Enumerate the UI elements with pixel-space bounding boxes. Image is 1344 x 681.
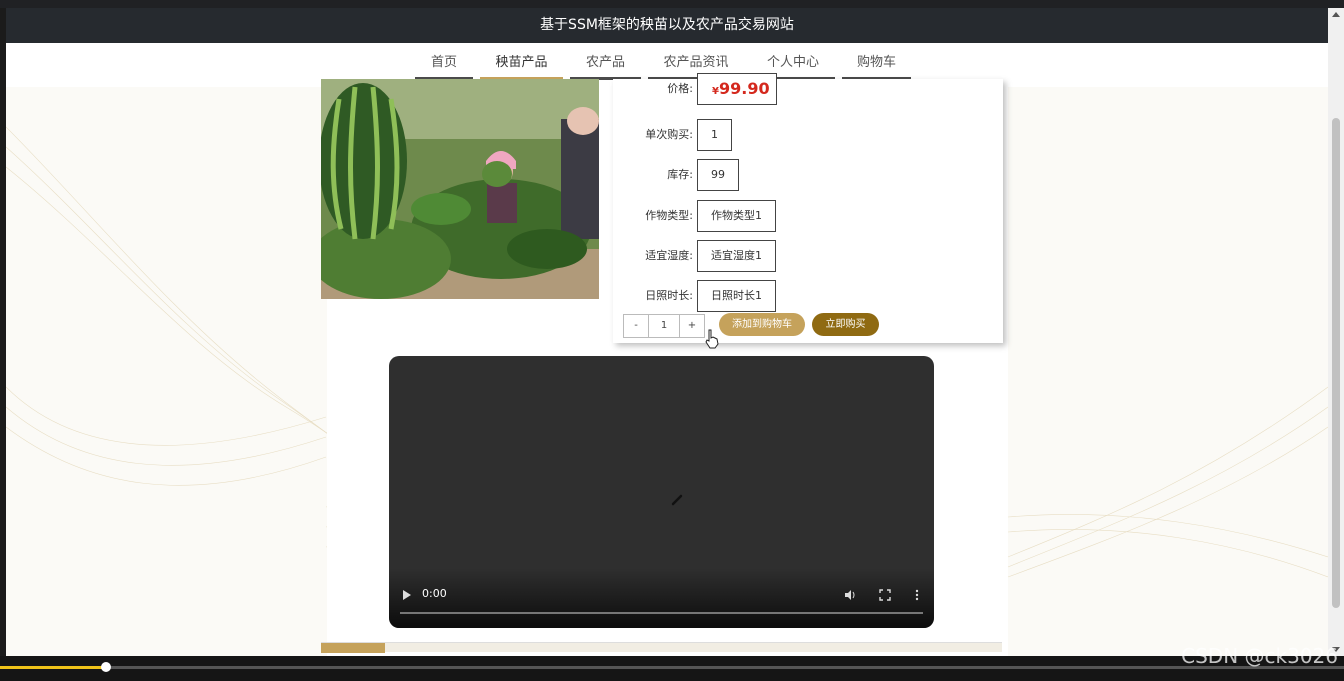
product-detail-panel: 价格: ¥99.90 单次购买: 1 库存: 99 作物类型: 作物类型1 适宜… [613,73,1003,343]
per-buy-value: 1 [697,119,732,151]
currency-symbol: ¥ [712,86,719,97]
per-buy-row: 单次购买: 1 [613,119,1003,151]
video-time: 0:00 [422,587,447,600]
hand-cursor-icon [705,329,719,349]
quantity-plus-button[interactable]: + [679,314,705,338]
stock-label: 库存: [667,168,693,181]
nav-item-home[interactable]: 首页 [415,43,473,80]
price-number: 99.90 [718,79,770,98]
sunlight-label: 日照时长: [645,289,693,302]
recording-progress-played [0,666,106,669]
stock-row: 库存: 99 [613,159,1003,191]
scrollbar-thumb[interactable] [1332,118,1340,608]
humidity-value: 适宜湿度1 [697,240,776,272]
add-to-cart-button[interactable]: 添加到购物车 [719,313,805,336]
crop-type-value: 作物类型1 [697,200,776,232]
watermark: CSDN @ck3026 [1181,644,1338,668]
quantity-minus-button[interactable]: - [623,314,649,338]
stock-value: 99 [697,159,739,191]
quantity-stepper: - 1 + [623,314,705,338]
site-header: 基于SSM框架的秧苗以及农产品交易网站 [6,8,1328,43]
top-strip [0,0,1344,8]
nav-item-seedlings[interactable]: 秧苗产品 [480,43,563,80]
recording-player-bar [0,656,1344,681]
volume-icon[interactable] [844,589,856,601]
video-progress-bar[interactable] [400,612,923,614]
fullscreen-icon[interactable] [879,589,891,601]
video-player[interactable]: 0:00 [389,356,934,628]
price-label: 价格: [667,82,693,95]
detail-tab-active[interactable] [321,643,385,653]
crop-type-row: 作物类型: 作物类型1 [613,200,1003,232]
product-image [321,79,599,299]
price-row: 价格: ¥99.90 [613,73,1003,105]
loading-spinner-icon [671,494,683,506]
play-icon[interactable] [402,589,412,601]
buy-now-button[interactable]: 立即购买 [812,313,879,336]
page-scrollbar[interactable] [1328,8,1344,656]
humidity-row: 适宜湿度: 适宜湿度1 [613,240,1003,272]
price-value: ¥99.90 [697,73,777,105]
recording-progress-track[interactable] [0,666,1344,669]
sunlight-value: 日照时长1 [697,280,776,312]
site-title: 基于SSM框架的秧苗以及农产品交易网站 [540,17,794,33]
crop-type-label: 作物类型: [645,209,693,222]
per-buy-label: 单次购买: [645,128,693,141]
detail-tabs-strip [321,642,1002,653]
more-options-icon[interactable] [914,589,920,601]
sunlight-row: 日照时长: 日照时长1 [613,280,1003,312]
scroll-up-icon[interactable] [1332,12,1340,17]
recording-progress-knob[interactable] [101,662,111,672]
humidity-label: 适宜湿度: [645,249,693,262]
quantity-input[interactable]: 1 [649,314,679,338]
